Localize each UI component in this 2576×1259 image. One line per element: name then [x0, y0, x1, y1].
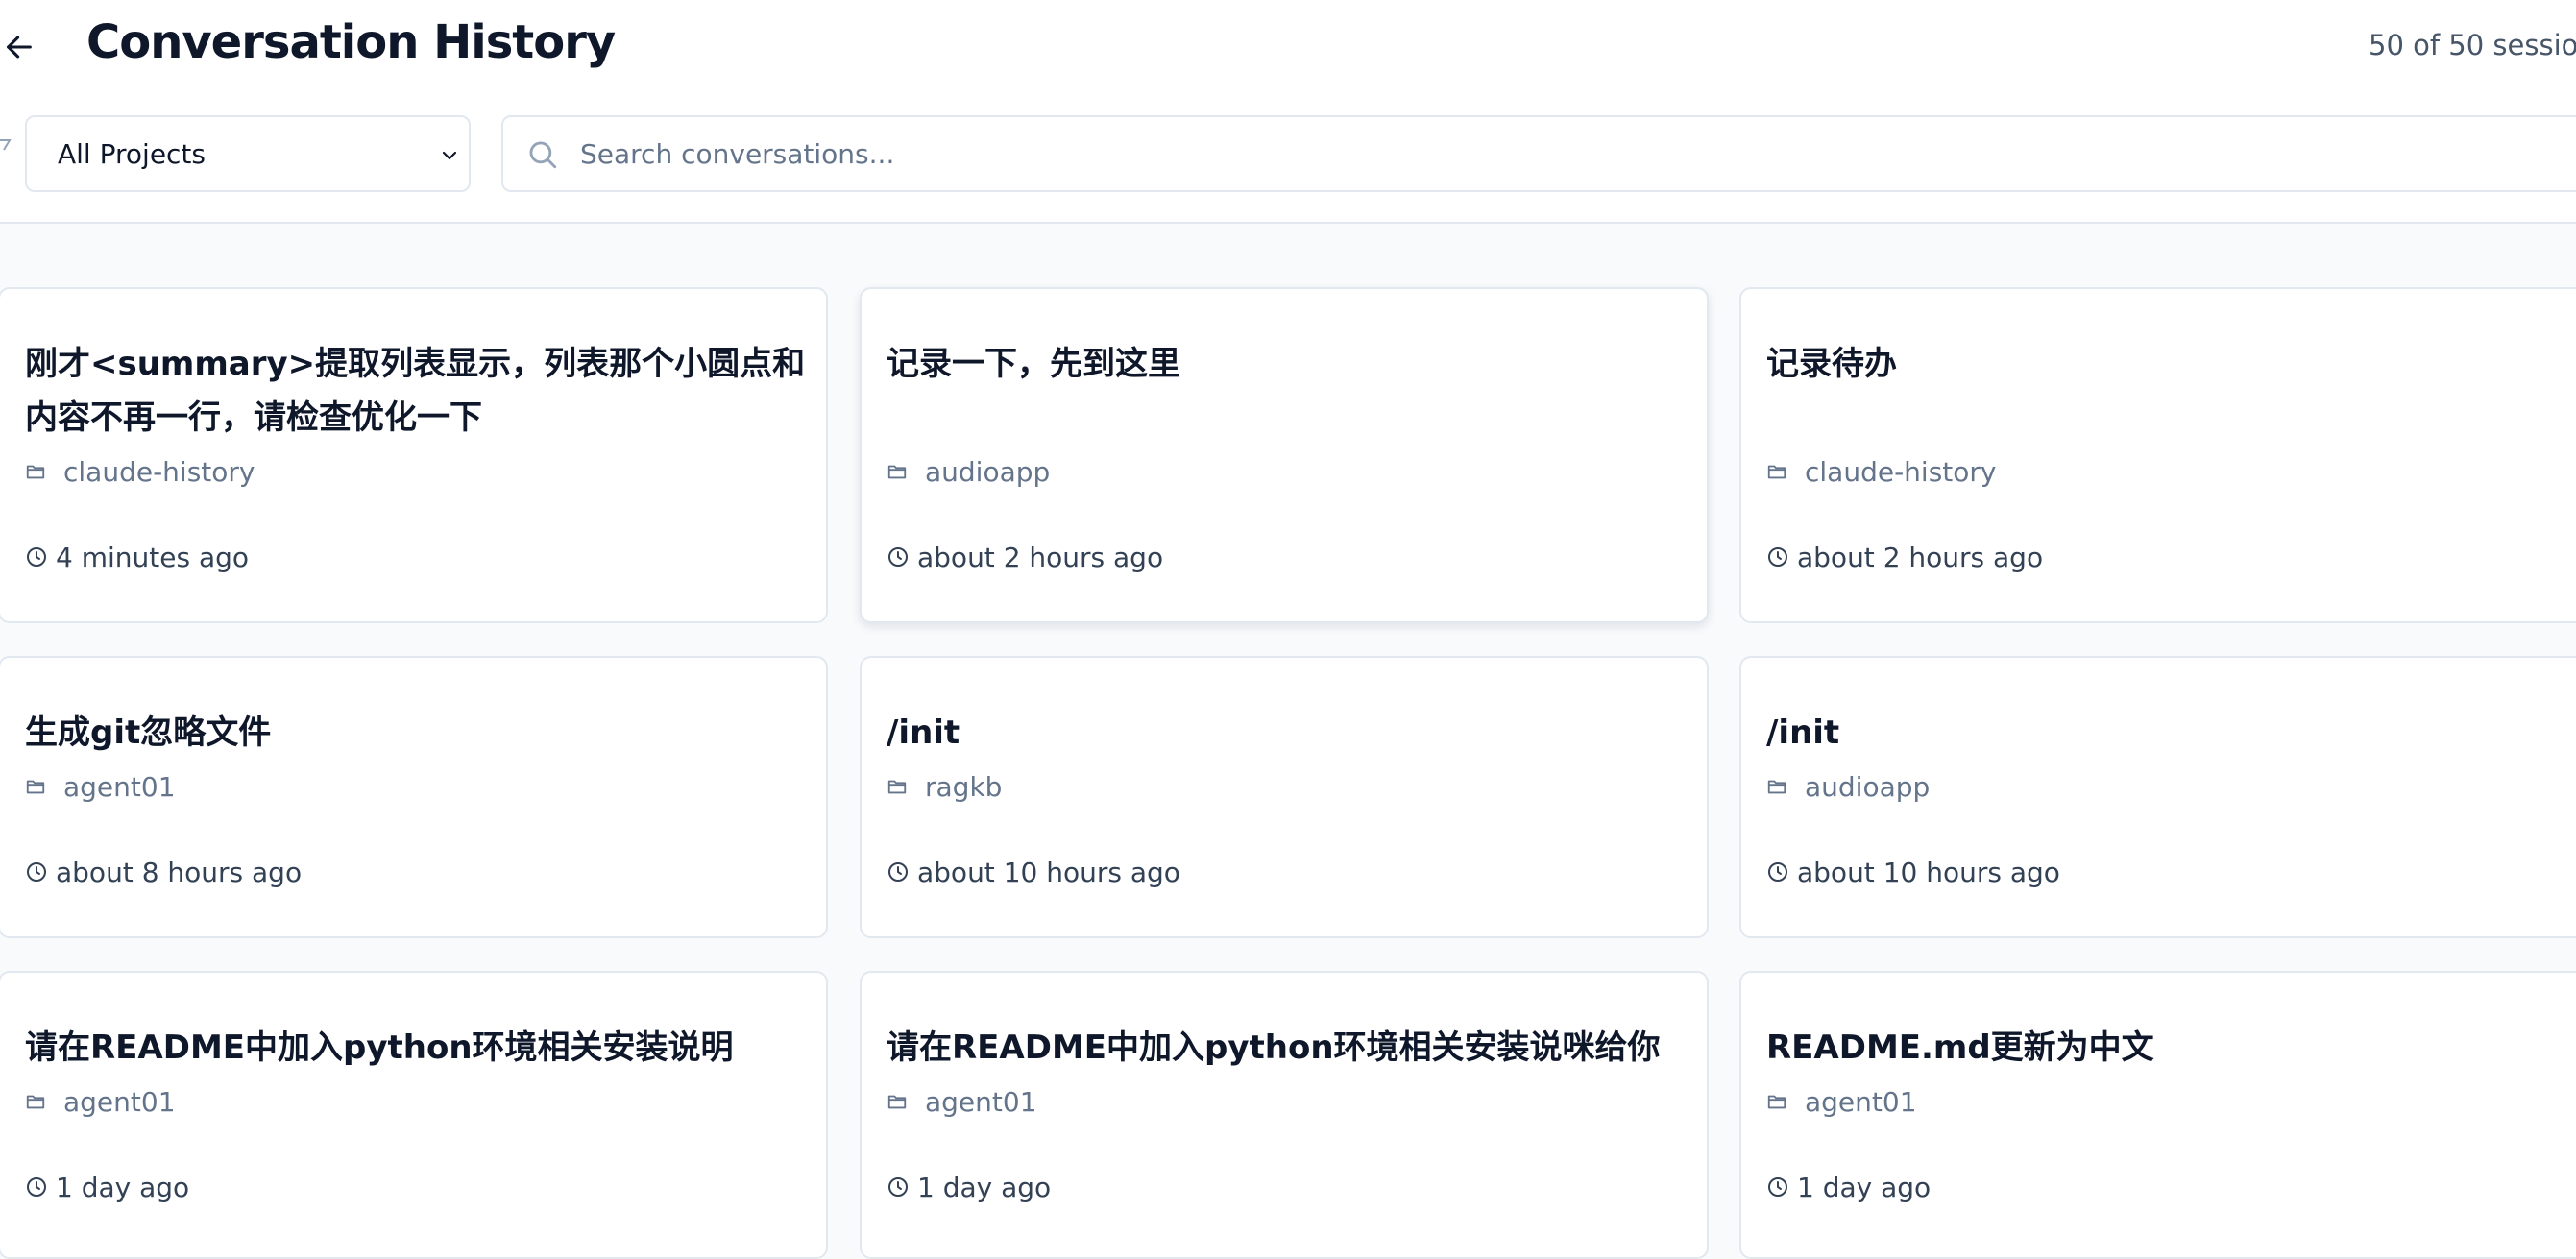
conversation-project: agent01 [25, 769, 176, 804]
conversation-title: 请在README中加入python环境相关安装说明 [25, 1029, 734, 1067]
back-button[interactable] [0, 25, 38, 69]
page-title: Conversation History [86, 15, 616, 69]
conversation-time: about 10 hours ago [1766, 855, 2060, 889]
clock-icon [888, 547, 908, 567]
clock-icon [888, 1177, 908, 1197]
folder-icon [887, 465, 907, 479]
conversation-project: agent01 [1766, 1084, 1917, 1119]
folder-icon [1767, 780, 1786, 794]
conversation-project-label: audioapp [1805, 770, 1931, 803]
project-select[interactable]: All Projects [25, 115, 471, 192]
clock-icon [1768, 547, 1787, 567]
clock-icon [27, 547, 46, 567]
conversation-title: /init [1766, 714, 1840, 752]
conversation-project-label: agent01 [1805, 1085, 1917, 1118]
conversation-card[interactable]: 请在README中加入python环境相关安装说明 agent01 1 day ag… [0, 971, 828, 1259]
conversation-time: 1 day ago [887, 1170, 1051, 1204]
conversation-project: audioapp [887, 454, 1050, 489]
conversation-project: audioapp [1766, 769, 1930, 804]
conversation-title: 刚才<summary>提取列表显示，列表那个小圆点和内容不再一行，请检查优化一下 [25, 345, 806, 437]
conversation-time-label: about 8 hours ago [56, 856, 303, 888]
conversation-card[interactable]: 生成git忽略文件 agent01 about 8 hours ago [0, 656, 828, 938]
folder-icon [26, 780, 45, 794]
chevron-down-icon [442, 151, 457, 160]
folder-icon [26, 465, 45, 479]
conversation-time-label: about 10 hours ago [917, 856, 1180, 888]
conversation-time-label: 1 day ago [917, 1171, 1052, 1203]
conversation-project: claude-history [25, 454, 255, 489]
search-icon [529, 141, 557, 169]
conversation-time-label: about 2 hours ago [917, 541, 1164, 573]
conversation-title: README.md更新为中文 [1766, 1029, 2154, 1067]
conversation-card[interactable]: /init ragkb about 10 hours ago [860, 656, 1709, 938]
clock-icon [1768, 1177, 1787, 1197]
conversation-time-label: 4 minutes ago [56, 541, 250, 573]
clock-icon [888, 862, 908, 882]
conversation-time: about 8 hours ago [25, 855, 302, 889]
arrow-left-icon [7, 36, 32, 59]
conversation-card[interactable]: 记录一下，先到这里 audioapp about 2 hours ago [860, 287, 1709, 623]
folder-icon [887, 1095, 907, 1109]
filter-icon [0, 139, 12, 151]
conversation-title: 请在README中加入python环境相关安装说咪给你 [887, 1029, 1661, 1067]
conversation-time-label: 1 day ago [56, 1171, 190, 1203]
project-select-value: All Projects [58, 138, 206, 170]
conversation-title: 记录待办 [1766, 345, 1897, 383]
conversation-card[interactable]: 刚才<summary>提取列表显示，列表那个小圆点和内容不再一行，请检查优化一下… [0, 287, 828, 623]
conversation-time: 4 minutes ago [25, 540, 249, 574]
conversation-project: claude-history [1766, 454, 1997, 489]
conversation-project-label: claude-history [63, 455, 255, 488]
conversation-project-label: ragkb [925, 770, 1003, 803]
search-box [501, 115, 2576, 192]
conversation-time-label: about 2 hours ago [1797, 541, 2044, 573]
conversation-time: 1 day ago [1766, 1170, 1931, 1204]
conversation-title: /init [887, 714, 960, 752]
conversation-time: about 2 hours ago [887, 540, 1163, 574]
conversation-time: 1 day ago [25, 1170, 189, 1204]
conversation-card[interactable]: /init audioapp about 10 hours ago [1739, 656, 2576, 938]
session-count: 50 of 50 sessions [2369, 29, 2576, 61]
conversation-title: 记录一下，先到这里 [887, 345, 1180, 383]
page-header: Conversation History 50 of 50 sessions A… [0, 0, 2576, 224]
clock-icon [27, 862, 46, 882]
folder-icon [887, 780, 907, 794]
clock-icon [27, 1177, 46, 1197]
search-input[interactable] [580, 129, 2309, 179]
conversation-time-label: about 10 hours ago [1797, 856, 2060, 888]
conversation-time: about 10 hours ago [887, 855, 1180, 889]
conversation-project-label: agent01 [925, 1085, 1037, 1118]
conversation-project: agent01 [25, 1084, 176, 1119]
folder-icon [1767, 465, 1786, 479]
conversation-project-label: audioapp [925, 455, 1051, 488]
conversation-project: agent01 [887, 1084, 1037, 1119]
conversation-project-label: agent01 [63, 1085, 176, 1118]
conversation-project: ragkb [887, 769, 1002, 804]
folder-icon [1767, 1095, 1786, 1109]
conversation-time-label: 1 day ago [1797, 1171, 1932, 1203]
folder-icon [26, 1095, 45, 1109]
conversation-card[interactable]: 请在README中加入python环境相关安装说咪给你 agent01 1 day … [860, 971, 1709, 1259]
clock-icon [1768, 862, 1787, 882]
conversation-project-label: agent01 [63, 770, 176, 803]
conversation-project-label: claude-history [1805, 455, 1997, 488]
conversation-time: about 2 hours ago [1766, 540, 2043, 574]
conversation-card[interactable]: README.md更新为中文 agent01 1 day ago [1739, 971, 2576, 1259]
conversation-title: 生成git忽略文件 [25, 714, 272, 752]
conversation-card[interactable]: 记录待办 claude-history about 2 hours ago [1739, 287, 2576, 623]
